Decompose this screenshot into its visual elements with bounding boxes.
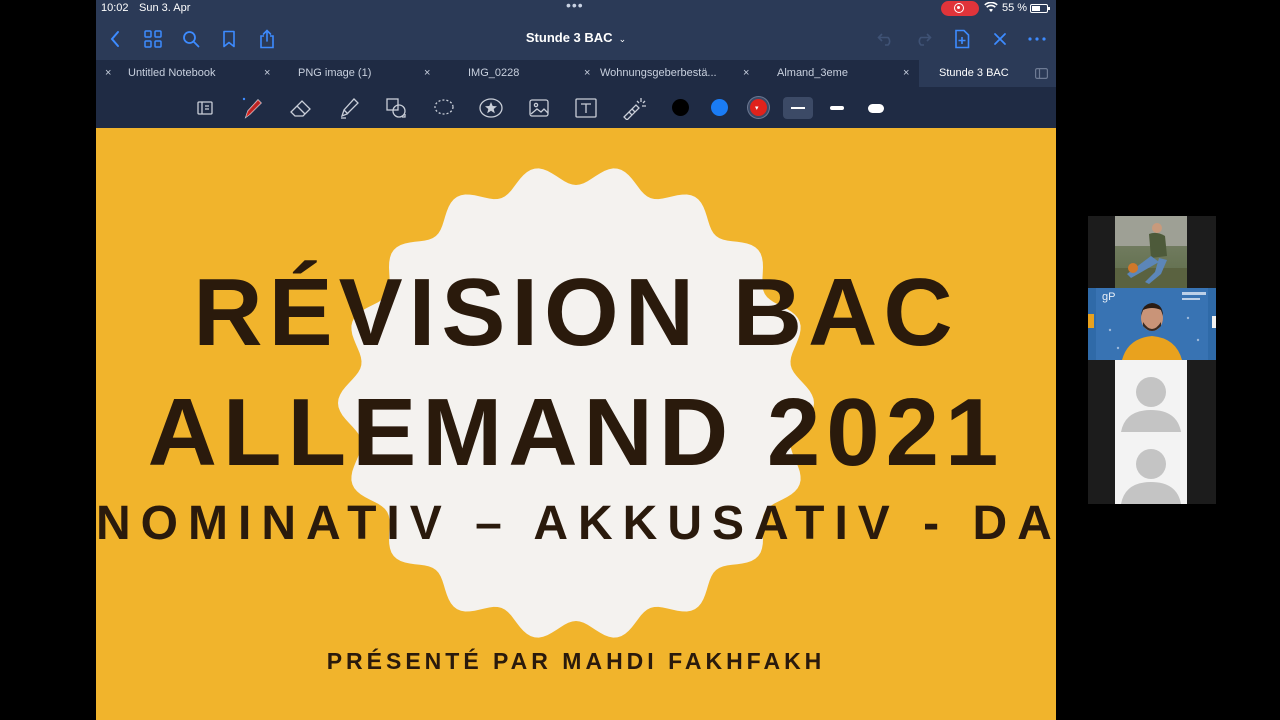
status-date: Sun 3. Apr [139,2,191,14]
slide-canvas[interactable]: RÉVISION BAC ALLEMAND 2021 NOMINATIV – A… [96,128,1056,720]
tab-img-0228[interactable]: × IMG_0228 [424,60,594,87]
tab-close-icon[interactable]: × [584,67,590,79]
page-select-icon[interactable] [193,95,219,121]
stroke-width-thin[interactable] [783,97,813,119]
tab-label: Untitled Notebook [128,67,216,79]
tab-label: IMG_0228 [468,67,520,79]
tab-bar: × Untitled Notebook × PNG image (1) × IM… [96,60,1056,87]
slide-title-line-1: RÉVISION BAC [193,259,959,366]
lasso-icon[interactable] [431,95,457,121]
tab-close-icon[interactable]: × [903,67,909,79]
wifi-icon [984,2,998,12]
color-swatch-black[interactable] [672,99,689,116]
status-time: 10:02 [101,2,129,14]
battery-percentage: 55 % [1002,2,1028,14]
eraser-icon[interactable] [288,95,314,121]
svg-text:gP: gP [1102,291,1115,303]
avatar-placeholder-icon [1115,360,1187,432]
tab-label: Stunde 3 BAC [939,67,1009,79]
tab-close-icon[interactable]: × [424,67,430,79]
participant-tile[interactable] [1088,432,1216,504]
tab-close-icon[interactable]: × [743,67,749,79]
participant-video-presenter: gP [1088,288,1216,360]
pen-icon[interactable] [240,95,266,121]
avatar-placeholder-icon [1115,432,1187,504]
color-swatch-red-selected[interactable]: ▾ [750,99,767,116]
drawing-toolbar: ▾ [96,87,1056,128]
participant-tile[interactable] [1088,360,1216,432]
undo-icon[interactable] [875,28,897,50]
more-options-icon[interactable] [1026,28,1048,50]
tab-label: Almand_3eme [777,67,848,79]
screen-recording-icon[interactable] [941,1,979,16]
multitasking-dots-icon[interactable]: ••• [566,0,584,13]
tab-label: Wohnungsgeberbestä... [600,67,717,79]
color-swatch-blue[interactable] [711,99,728,116]
close-icon[interactable] [989,28,1011,50]
participant-tile-active[interactable]: gP [1088,288,1216,360]
stroke-width-thick[interactable] [861,97,891,119]
tab-untitled-notebook[interactable]: × Untitled Notebook [96,60,281,87]
tab-separator: × [903,60,909,87]
document-title-label: Stunde 3 BAC [525,30,613,45]
tab-wohnungsgeberbestaetigung[interactable]: × Wohnungsgeberbestä... [584,60,749,87]
status-bar: 10:02 Sun 3. Apr ••• 55 % [96,0,1056,18]
tab-label: PNG image (1) [298,67,372,79]
tab-png-image[interactable]: × PNG image (1) [264,60,434,87]
battery-icon [1030,4,1050,13]
slide-presenter-credit: PRÉSENTÉ PAR MAHDI FAKHFAKH [326,648,826,674]
stroke-thick-icon [868,103,884,113]
redo-icon[interactable] [912,28,934,50]
participant-video-outdoor [1115,216,1187,288]
text-tool-icon[interactable] [573,95,599,121]
tab-close-icon[interactable]: × [105,67,111,79]
video-participants-strip: gP [1088,216,1216,504]
tab-close-icon[interactable]: × [264,67,270,79]
stroke-medium-icon [830,106,844,110]
shapes-icon[interactable] [383,95,409,121]
laser-pointer-icon[interactable] [621,95,647,121]
slide-subtitle: NOMINATIV – AKKUSATIV - DATIV [96,497,1056,550]
chevron-down-icon: ⌄ [618,34,627,44]
star-sticker-icon[interactable] [478,95,504,121]
chevron-down-icon: ▾ [755,105,759,112]
stroke-thin-icon [791,107,805,109]
ipad-screen: 10:02 Sun 3. Apr ••• 55 % Stunde 3 BAC ⌄… [96,0,1056,720]
navigation-bar: Stunde 3 BAC ⌄ [96,18,1056,60]
participant-tile[interactable] [1088,216,1216,288]
image-icon[interactable] [526,95,552,121]
stroke-width-medium[interactable] [822,97,852,119]
slide-title-line-2: ALLEMAND 2021 [147,379,1005,486]
add-page-icon[interactable] [951,28,973,50]
tab-almand-3eme[interactable]: × Almand_3eme [743,60,913,87]
highlighter-icon[interactable] [336,95,362,121]
tab-stunde-3-bac[interactable]: Stunde 3 BAC [919,60,1056,87]
split-view-icon[interactable] [1035,68,1048,79]
